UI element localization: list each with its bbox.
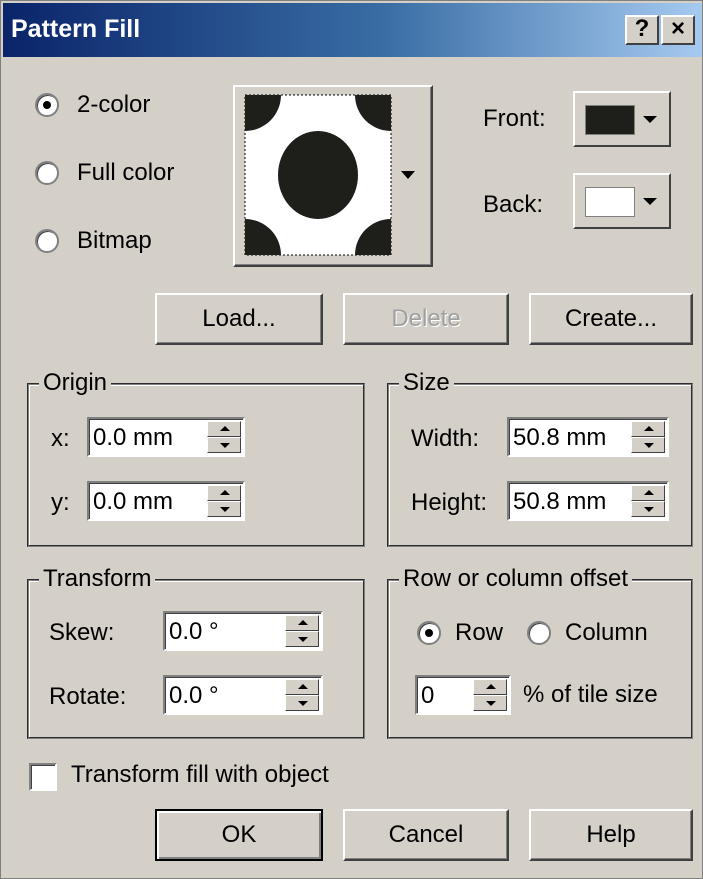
pattern-fill-dialog: Pattern Fill ? × 2-color Full color Bitm…: [0, 0, 703, 879]
radio-full-color-label[interactable]: Full color: [77, 159, 174, 187]
height-input[interactable]: 50.8 mm: [507, 481, 669, 521]
back-color-swatch: [585, 187, 635, 217]
offset-legend: Row or column offset: [399, 565, 632, 593]
front-label: Front:: [483, 105, 546, 132]
skew-spinner[interactable]: [285, 615, 319, 647]
back-color-button[interactable]: [573, 173, 671, 229]
radio-2-color[interactable]: [35, 93, 59, 117]
offset-input[interactable]: 0: [415, 675, 511, 715]
rotate-input[interactable]: 0.0 °: [163, 675, 323, 715]
radio-full-color[interactable]: [35, 161, 59, 185]
radio-selected-dot: [425, 629, 433, 637]
size-legend: Size: [399, 369, 454, 397]
radio-column-label[interactable]: Column: [565, 619, 648, 647]
delete-button[interactable]: Delete: [343, 293, 509, 345]
size-group: Size Width: 50.8 mm Height: 50.8 mm: [387, 369, 693, 547]
radio-selected-dot: [43, 101, 51, 109]
radio-2-color-label[interactable]: 2-color: [77, 91, 150, 119]
title-bar[interactable]: Pattern Fill ? ×: [3, 3, 702, 57]
pattern-tile-preview: [244, 94, 415, 256]
transform-fill-label[interactable]: Transform fill with object: [71, 761, 329, 789]
load-button[interactable]: Load...: [155, 293, 323, 345]
transform-fill-checkbox[interactable]: [29, 763, 57, 791]
skew-input[interactable]: 0.0 °: [163, 611, 323, 651]
cancel-button[interactable]: Cancel: [343, 809, 509, 861]
radio-bitmap[interactable]: [35, 229, 59, 253]
pattern-preview-picker[interactable]: [233, 85, 433, 267]
rotate-spinner[interactable]: [285, 679, 319, 711]
context-help-button[interactable]: ?: [625, 15, 659, 45]
ok-button[interactable]: OK: [155, 809, 323, 861]
origin-x-input[interactable]: 0.0 mm: [87, 417, 245, 457]
transform-group: Transform Skew: 0.0 ° Rotate: 0.0 °: [27, 565, 365, 739]
front-color-button[interactable]: [573, 91, 671, 147]
radio-column[interactable]: [527, 621, 551, 645]
radio-row[interactable]: [417, 621, 441, 645]
chevron-down-icon: [401, 171, 415, 179]
rotate-label: Rotate:: [49, 683, 127, 710]
origin-y-input[interactable]: 0.0 mm: [87, 481, 245, 521]
offset-group: Row or column offset Row Column 0 % of t…: [387, 565, 693, 739]
width-label: Width:: [411, 425, 480, 452]
offset-suffix-label: % of tile size: [523, 681, 658, 708]
create-button[interactable]: Create...: [529, 293, 693, 345]
window-title: Pattern Fill: [11, 15, 141, 43]
origin-y-label: y:: [51, 489, 70, 516]
radio-row-label[interactable]: Row: [455, 619, 503, 647]
chevron-down-icon: [643, 116, 657, 123]
chevron-down-icon: [643, 198, 657, 205]
origin-legend: Origin: [39, 369, 112, 397]
height-label: Height:: [411, 489, 488, 516]
width-spinner[interactable]: [631, 421, 665, 453]
skew-label: Skew:: [49, 619, 115, 646]
front-color-swatch: [585, 105, 635, 135]
origin-x-label: x:: [51, 425, 70, 452]
origin-y-spinner[interactable]: [207, 485, 241, 517]
close-button[interactable]: ×: [661, 15, 695, 45]
origin-x-spinner[interactable]: [207, 421, 241, 453]
radio-bitmap-label[interactable]: Bitmap: [77, 227, 152, 255]
back-label: Back:: [483, 191, 544, 218]
origin-group: Origin x: 0.0 mm y: 0.0 mm: [27, 369, 365, 547]
help-button[interactable]: Help: [529, 809, 693, 861]
height-spinner[interactable]: [631, 485, 665, 517]
width-input[interactable]: 50.8 mm: [507, 417, 669, 457]
transform-legend: Transform: [39, 565, 156, 593]
offset-spinner[interactable]: [473, 679, 507, 711]
